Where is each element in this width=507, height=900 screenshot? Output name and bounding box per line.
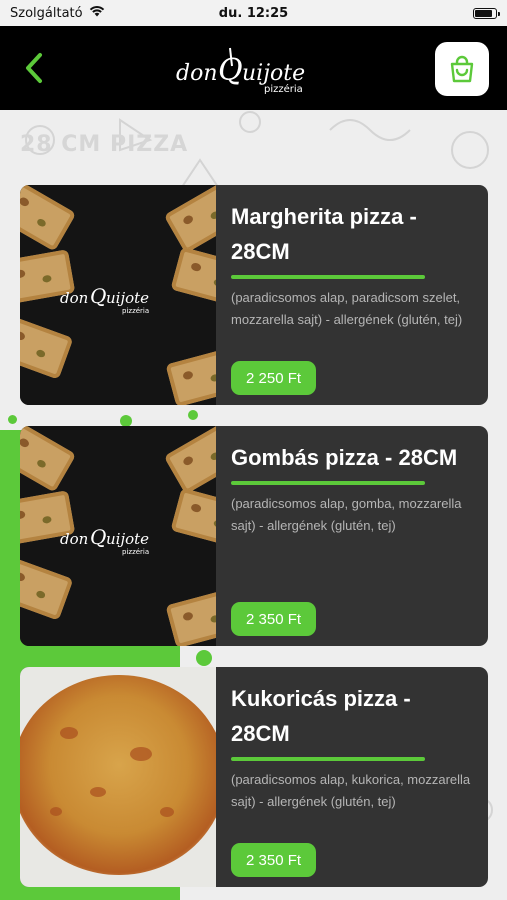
product-name: Margherita pizza - 28CM <box>231 204 417 264</box>
svg-text:don: don <box>176 61 218 86</box>
status-bar: Szolgáltató du. 12:25 <box>0 0 507 26</box>
product-card[interactable]: Kukoricás pizza - 28CM (paradicsomos ala… <box>20 667 488 887</box>
product-image: don Q uijote pizzéria <box>20 426 216 646</box>
product-divider <box>231 481 425 485</box>
product-info: Kukoricás pizza - 28CM (paradicsomos ala… <box>216 667 488 887</box>
status-left: Szolgáltató <box>10 5 105 21</box>
product-description: (paradicsomos alap, kukorica, mozzarella… <box>231 772 471 809</box>
product-info: Gombás pizza - 28CM (paradicsomos alap, … <box>216 426 488 646</box>
product-name: Kukoricás pizza - 28CM <box>231 686 411 746</box>
cart-button[interactable] <box>435 42 489 96</box>
svg-text:don: don <box>60 530 88 548</box>
product-divider <box>231 757 425 761</box>
wifi-icon <box>89 5 105 21</box>
product-description: (paradicsomos alap, gomba, mozzarella sa… <box>231 496 462 533</box>
svg-text:pizzéria: pizzéria <box>122 548 149 556</box>
product-card[interactable]: don Q uijote pizzéria Gombás pizza - 28C… <box>20 426 488 646</box>
battery-icon <box>473 7 500 19</box>
svg-text:uijote: uijote <box>106 530 149 548</box>
carrier-label: Szolgáltató <box>10 5 83 21</box>
donquijote-logo: don Q uijote pizzéria <box>172 40 332 96</box>
svg-text:Q: Q <box>90 284 106 308</box>
price-button[interactable]: 2 350 Ft <box>231 602 317 636</box>
app-header: don Q uijote pizzéria <box>0 26 507 110</box>
product-info: Margherita pizza - 28CM (paradicsomos al… <box>216 185 488 405</box>
price-button[interactable]: 2 350 Ft <box>231 843 317 877</box>
product-image <box>20 667 216 887</box>
svg-text:uijote: uijote <box>242 61 305 86</box>
product-image: don Q uijote pizzéria <box>20 185 216 405</box>
back-button[interactable] <box>18 50 50 86</box>
svg-text:Q: Q <box>90 525 106 549</box>
svg-text:don: don <box>60 289 88 307</box>
svg-text:pizzéria: pizzéria <box>122 307 149 315</box>
svg-text:uijote: uijote <box>106 289 149 307</box>
shopping-bag-icon <box>450 55 474 83</box>
product-name: Gombás pizza - 28CM <box>231 445 458 470</box>
price-button[interactable]: 2 250 Ft <box>231 361 317 395</box>
product-list: don Q uijote pizzéria Margherita pizza -… <box>20 185 488 900</box>
product-divider <box>231 275 425 279</box>
splash-dot <box>8 415 17 424</box>
product-description: (paradicsomos alap, paradicsom szelet, m… <box>231 290 463 327</box>
category-title: 28 CM PIZZA <box>20 132 189 157</box>
product-card[interactable]: don Q uijote pizzéria Margherita pizza -… <box>20 185 488 405</box>
chevron-left-icon <box>26 53 42 83</box>
svg-text:pizzéria: pizzéria <box>264 83 303 95</box>
